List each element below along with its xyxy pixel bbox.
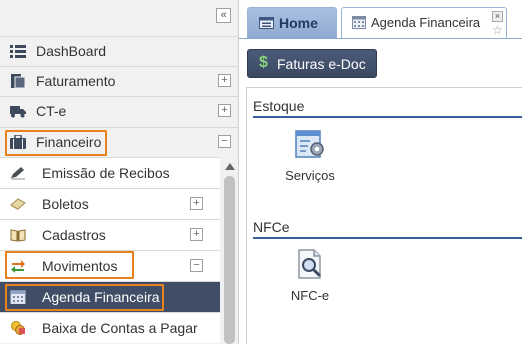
sidebar-item-cte[interactable]: CT-e + — [0, 96, 238, 126]
list-icon — [10, 44, 26, 58]
sidebar-item-label: DashBoard — [36, 43, 107, 59]
scroll-thumb[interactable] — [224, 176, 235, 344]
tile-servicos[interactable]: Serviços — [280, 128, 340, 188]
sidebar-item-label: Boletos — [42, 196, 89, 212]
expand-toggle[interactable]: + — [190, 228, 203, 241]
sidebar-item-cadastros[interactable]: Cadastros + — [0, 219, 220, 250]
section-divider — [253, 116, 522, 118]
sidebar-scrollbar[interactable] — [221, 159, 238, 344]
tab-label: Agenda Financeira — [371, 15, 481, 30]
tab-home[interactable]: Home — [247, 7, 337, 38]
sidebar: « DashBoard Faturamento + CT-e + Finance… — [0, 0, 239, 344]
faturas-edoc-button[interactable]: $ Faturas e-Doc — [247, 49, 377, 78]
sidebar-header: « — [0, 0, 238, 36]
section-title-estoque: Estoque — [253, 98, 305, 114]
services-icon — [294, 128, 326, 160]
sidebar-item-dashboard[interactable]: DashBoard — [0, 36, 238, 66]
movimentos-highlight — [5, 251, 134, 279]
sidebar-item-label: Cadastros — [42, 227, 106, 243]
sidebar-item-baixa-contas-pagar[interactable]: Baixa de Contas a Pagar — [0, 312, 220, 343]
nfce-search-icon — [294, 248, 326, 280]
close-icon[interactable]: × — [492, 11, 503, 22]
financeiro-highlight — [5, 130, 107, 156]
sidebar-item-label: Emissão de Recibos — [42, 165, 170, 181]
collapse-sidebar-button[interactable]: « — [216, 8, 231, 23]
star-icon[interactable]: ☆ — [492, 23, 503, 37]
sidebar-item-label: Baixa de Contas a Pagar — [42, 320, 198, 336]
truck-icon — [10, 104, 26, 118]
calendar-icon — [352, 16, 366, 32]
expand-toggle[interactable]: + — [218, 104, 231, 117]
tile-label: Serviços — [285, 168, 335, 183]
home-icon — [259, 17, 274, 32]
expand-toggle[interactable]: + — [190, 197, 203, 210]
sidebar-item-label: CT-e — [36, 103, 67, 119]
collapse-toggle[interactable]: − — [218, 135, 231, 148]
pen-icon — [10, 166, 26, 180]
main-content: Home Agenda Financeira × ☆ $ Faturas e-D… — [239, 0, 522, 344]
sidebar-item-label: Faturamento — [36, 73, 116, 89]
sidebar-item-emissao-recibos[interactable]: Emissão de Recibos — [0, 157, 220, 188]
tab-agenda-financeira[interactable]: Agenda Financeira × ☆ — [341, 7, 507, 38]
expand-toggle[interactable]: + — [218, 74, 231, 87]
coins-icon — [10, 321, 26, 335]
tile-label: NFC-e — [290, 288, 330, 303]
agenda-highlight — [5, 284, 164, 311]
button-label: Faturas e-Doc — [277, 56, 366, 72]
sidebar-item-boletos[interactable]: Boletos + — [0, 188, 220, 219]
book-icon — [10, 228, 26, 242]
scroll-up-arrow-icon[interactable] — [225, 163, 235, 170]
eraser-icon — [10, 197, 26, 211]
sidebar-item-faturamento[interactable]: Faturamento + — [0, 66, 238, 96]
modules-panel: Estoque Serviços NFCe NFC-e — [246, 87, 522, 344]
document-icon — [10, 74, 26, 89]
tab-label: Home — [279, 15, 318, 31]
tile-nfce[interactable]: NFC-e — [280, 248, 340, 308]
collapse-toggle[interactable]: − — [190, 259, 203, 272]
section-divider — [253, 237, 522, 239]
section-title-nfce: NFCe — [253, 219, 290, 235]
tab-bar: Home Agenda Financeira × ☆ — [239, 0, 522, 39]
dollar-icon: $ — [259, 54, 268, 71]
